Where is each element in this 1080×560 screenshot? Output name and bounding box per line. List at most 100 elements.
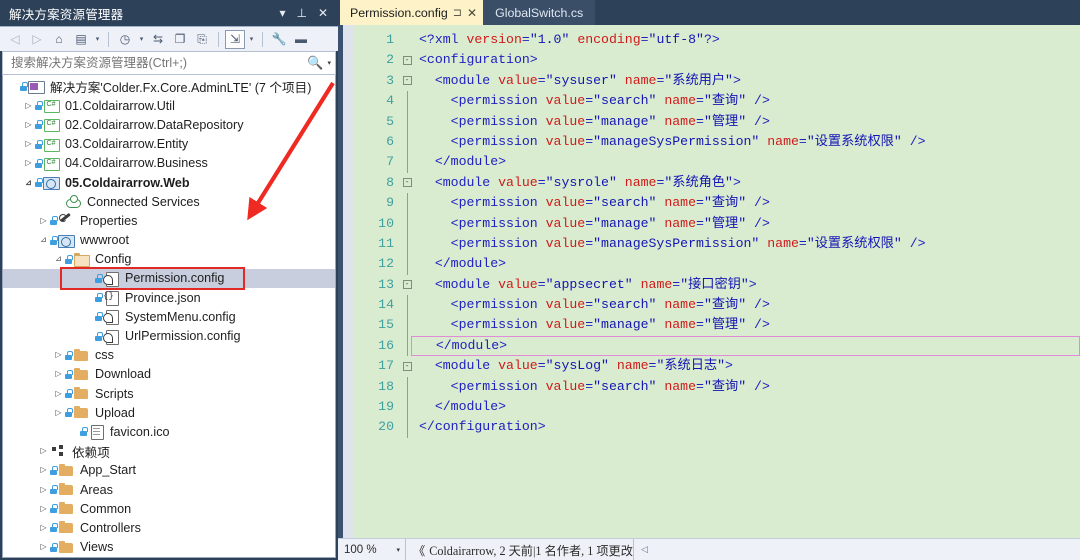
tree-item-appsettings.json[interactable]: ▷appsettings.json (3, 557, 335, 558)
code-line[interactable]: </module> (415, 397, 1080, 417)
tree-item-download[interactable]: ▷ Download (3, 365, 335, 384)
chevron-right-icon[interactable]: ▷ (37, 466, 50, 474)
back-button[interactable]: ◁ (5, 30, 25, 49)
home-button[interactable]: ⌂ (49, 30, 69, 49)
search-input[interactable] (11, 56, 305, 70)
tree-item-common[interactable]: ▷ Common (3, 499, 335, 518)
tree-item-colder.fx.core.adminlte7[interactable]: 解决方案'Colder.Fx.Core.AdminLTE' (7 个项目) (3, 77, 335, 96)
code-line[interactable]: <permission value="search" name="查询" /> (415, 91, 1080, 111)
tree-item-03.coldairarrow.entity[interactable]: ▷ 03.Coldairarrow.Entity (3, 135, 335, 154)
git-blame-info[interactable]: 《 Coldairarrow, 2 天前|1 名作者, 1 项更改 (406, 539, 634, 560)
fold-collapse-icon[interactable]: - (399, 71, 415, 91)
chevron-right-icon[interactable]: ▷ (37, 447, 50, 455)
chevron-down-icon[interactable]: ⊿ (22, 178, 35, 187)
solution-tree-container[interactable]: 解决方案'Colder.Fx.Core.AdminLTE' (7 个项目) ▷ 01… (2, 75, 336, 558)
code-line[interactable]: </configuration> (415, 417, 1080, 437)
chevron-right-icon[interactable]: ▷ (22, 140, 35, 148)
tree-item-views[interactable]: ▷ Views (3, 538, 335, 557)
code-text-area[interactable]: <?xml version="1.0" encoding="utf-8"?> <c… (411, 25, 1080, 538)
editor-tab-globalswitchcs[interactable]: GlobalSwitch.cs (483, 0, 596, 25)
chevron-right-icon[interactable]: ▷ (52, 389, 65, 398)
tree-item-app_start[interactable]: ▷ App_Start (3, 461, 335, 480)
code-line[interactable]: <permission value="manage" name="管理" /> (415, 315, 1080, 335)
zoom-control[interactable]: 100 % ▾ (338, 539, 406, 560)
editor-body[interactable]: 1 2 3 4 5 6 7 8 9 10 11 12 13 14 15 16 17 18 19 20 ----- <?… (338, 25, 1080, 538)
close-icon[interactable]: ✕ (318, 7, 328, 19)
fold-collapse-icon[interactable]: - (399, 275, 415, 295)
sync-button[interactable]: ⇆ (148, 30, 168, 49)
editor-tabstrip[interactable]: Permission.config ⊐ ✕ GlobalSwitch.cs (338, 0, 1080, 25)
code-line[interactable]: <module value="appsecret" name="接口密钥"> (415, 275, 1080, 295)
code-folding-column[interactable]: ----- (399, 25, 415, 538)
pending-changes-button[interactable]: ◷ (115, 30, 135, 49)
forward-button[interactable]: ▷ (27, 30, 47, 49)
code-line[interactable]: <permission value="search" name="查询" /> (415, 377, 1080, 397)
pin-icon[interactable]: ⊥ (296, 7, 306, 19)
code-line[interactable]: </module> (415, 254, 1080, 274)
tree-item-urlpermission.config[interactable]: UrlPermission.config (3, 326, 335, 345)
code-line[interactable]: <module value="sysrole" name="系统角色"> (415, 173, 1080, 193)
refresh-button[interactable]: ⎘ (192, 30, 212, 49)
dropdown-icon[interactable]: ▾ (279, 7, 285, 19)
tree-item-controllers[interactable]: ▷ Controllers (3, 518, 335, 537)
close-icon[interactable]: ✕ (467, 6, 477, 20)
solution-tree[interactable]: 解决方案'Colder.Fx.Core.AdminLTE' (7 个项目) ▷ 01… (3, 75, 335, 558)
tree-item-[interactable]: ▷ 依赖项 (3, 442, 335, 461)
code-line[interactable]: <?xml version="1.0" encoding="utf-8"?> (415, 30, 1080, 50)
code-line[interactable]: <permission value="search" name="查询" /> (415, 295, 1080, 315)
tree-item-scripts[interactable]: ▷ Scripts (3, 384, 335, 403)
properties-button[interactable]: 🔧 (269, 30, 289, 49)
tree-item-css[interactable]: ▷ css (3, 346, 335, 365)
code-line[interactable]: <permission value="manageSysPermission" … (415, 234, 1080, 254)
code-line[interactable]: <permission value="search" name="查询" /> (415, 193, 1080, 213)
chevron-right-icon[interactable]: ▷ (37, 216, 50, 225)
collapse-all-caret[interactable]: ▾ (93, 35, 102, 43)
collapse-all-button[interactable]: ▤ (71, 30, 91, 49)
chevron-down-icon[interactable]: ▾ (396, 546, 405, 554)
search-options-caret-icon[interactable]: ▾ (326, 59, 331, 67)
solution-explorer-toolbar[interactable]: ◁ ▷ ⌂ ▤ ▾ ◷ ▾ ⇆ ❐ ⎘ ⇲ ▾ 🔧 ▬ (0, 26, 338, 51)
chevron-right-icon[interactable]: ▷ (22, 120, 35, 129)
editor-tab-permissionconfig[interactable]: Permission.config ⊐ ✕ (340, 0, 484, 25)
tree-item-05.coldairarrow.web[interactable]: ⊿ 05.Coldairarrow.Web (3, 173, 335, 192)
chevron-right-icon[interactable]: ▷ (52, 370, 65, 378)
fold-collapse-icon[interactable]: - (399, 50, 415, 70)
code-line[interactable]: <module value="sysuser" name="系统用户"> (415, 71, 1080, 91)
chevron-right-icon[interactable]: ▷ (37, 485, 50, 494)
pin-icon[interactable]: ⊐ (453, 6, 462, 19)
code-line[interactable]: </module> (415, 152, 1080, 172)
fold-collapse-icon[interactable]: - (399, 173, 415, 193)
tree-item-02.coldairarrow.datarepository[interactable]: ▷ 02.Coldairarrow.DataRepository (3, 115, 335, 134)
chevron-right-icon[interactable]: ▷ (52, 408, 65, 417)
tree-item-areas[interactable]: ▷ Areas (3, 480, 335, 499)
chevron-right-icon[interactable]: ▷ (22, 159, 35, 167)
tree-item-permission.config[interactable]: Permission.config (3, 268, 335, 289)
search-box[interactable]: 🔍 ▾ (2, 51, 336, 75)
pending-changes-caret[interactable]: ▾ (137, 35, 146, 43)
view-code-caret[interactable]: ▾ (247, 35, 256, 43)
chevron-down-icon[interactable]: ⊿ (52, 255, 65, 263)
chevron-down-icon[interactable]: ⊿ (37, 236, 50, 244)
tree-item-04.coldairarrow.business[interactable]: ▷ 04.Coldairarrow.Business (3, 154, 335, 173)
code-line-highlighted[interactable]: </module> (411, 335, 1080, 357)
chevron-right-icon[interactable]: ▷ (37, 523, 50, 532)
tree-item-connectedservices[interactable]: Connected Services (3, 192, 335, 211)
show-all-files-button[interactable]: ❐ (170, 30, 190, 49)
code-line[interactable]: <configuration> (415, 50, 1080, 70)
tree-item-systemmenu.config[interactable]: SystemMenu.config (3, 307, 335, 326)
tree-item-properties[interactable]: ▷ Properties (3, 211, 335, 230)
tree-item-config[interactable]: ⊿ Config (3, 250, 335, 269)
chevron-right-icon[interactable]: ▷ (52, 351, 65, 359)
code-line[interactable]: <permission value="manage" name="管理" /> (415, 112, 1080, 132)
tree-item-upload[interactable]: ▷ Upload (3, 403, 335, 422)
tree-item-province.json[interactable]: Province.json (3, 288, 335, 307)
code-line[interactable]: <permission value="manageSysPermission" … (415, 132, 1080, 152)
chevron-right-icon[interactable]: ▷ (22, 101, 35, 110)
code-line[interactable]: <module value="sysLog" name="系统日志"> (415, 356, 1080, 376)
chevron-right-icon[interactable]: ▷ (37, 504, 50, 513)
tree-item-favicon.ico[interactable]: favicon.ico (3, 422, 335, 441)
preview-button[interactable]: ▬ (291, 30, 311, 49)
chevron-right-icon[interactable]: ▷ (37, 543, 50, 551)
code-line[interactable]: <permission value="manage" name="管理" /> (415, 214, 1080, 234)
tree-item-01.coldairarrow.util[interactable]: ▷ 01.Coldairarrow.Util (3, 96, 335, 115)
